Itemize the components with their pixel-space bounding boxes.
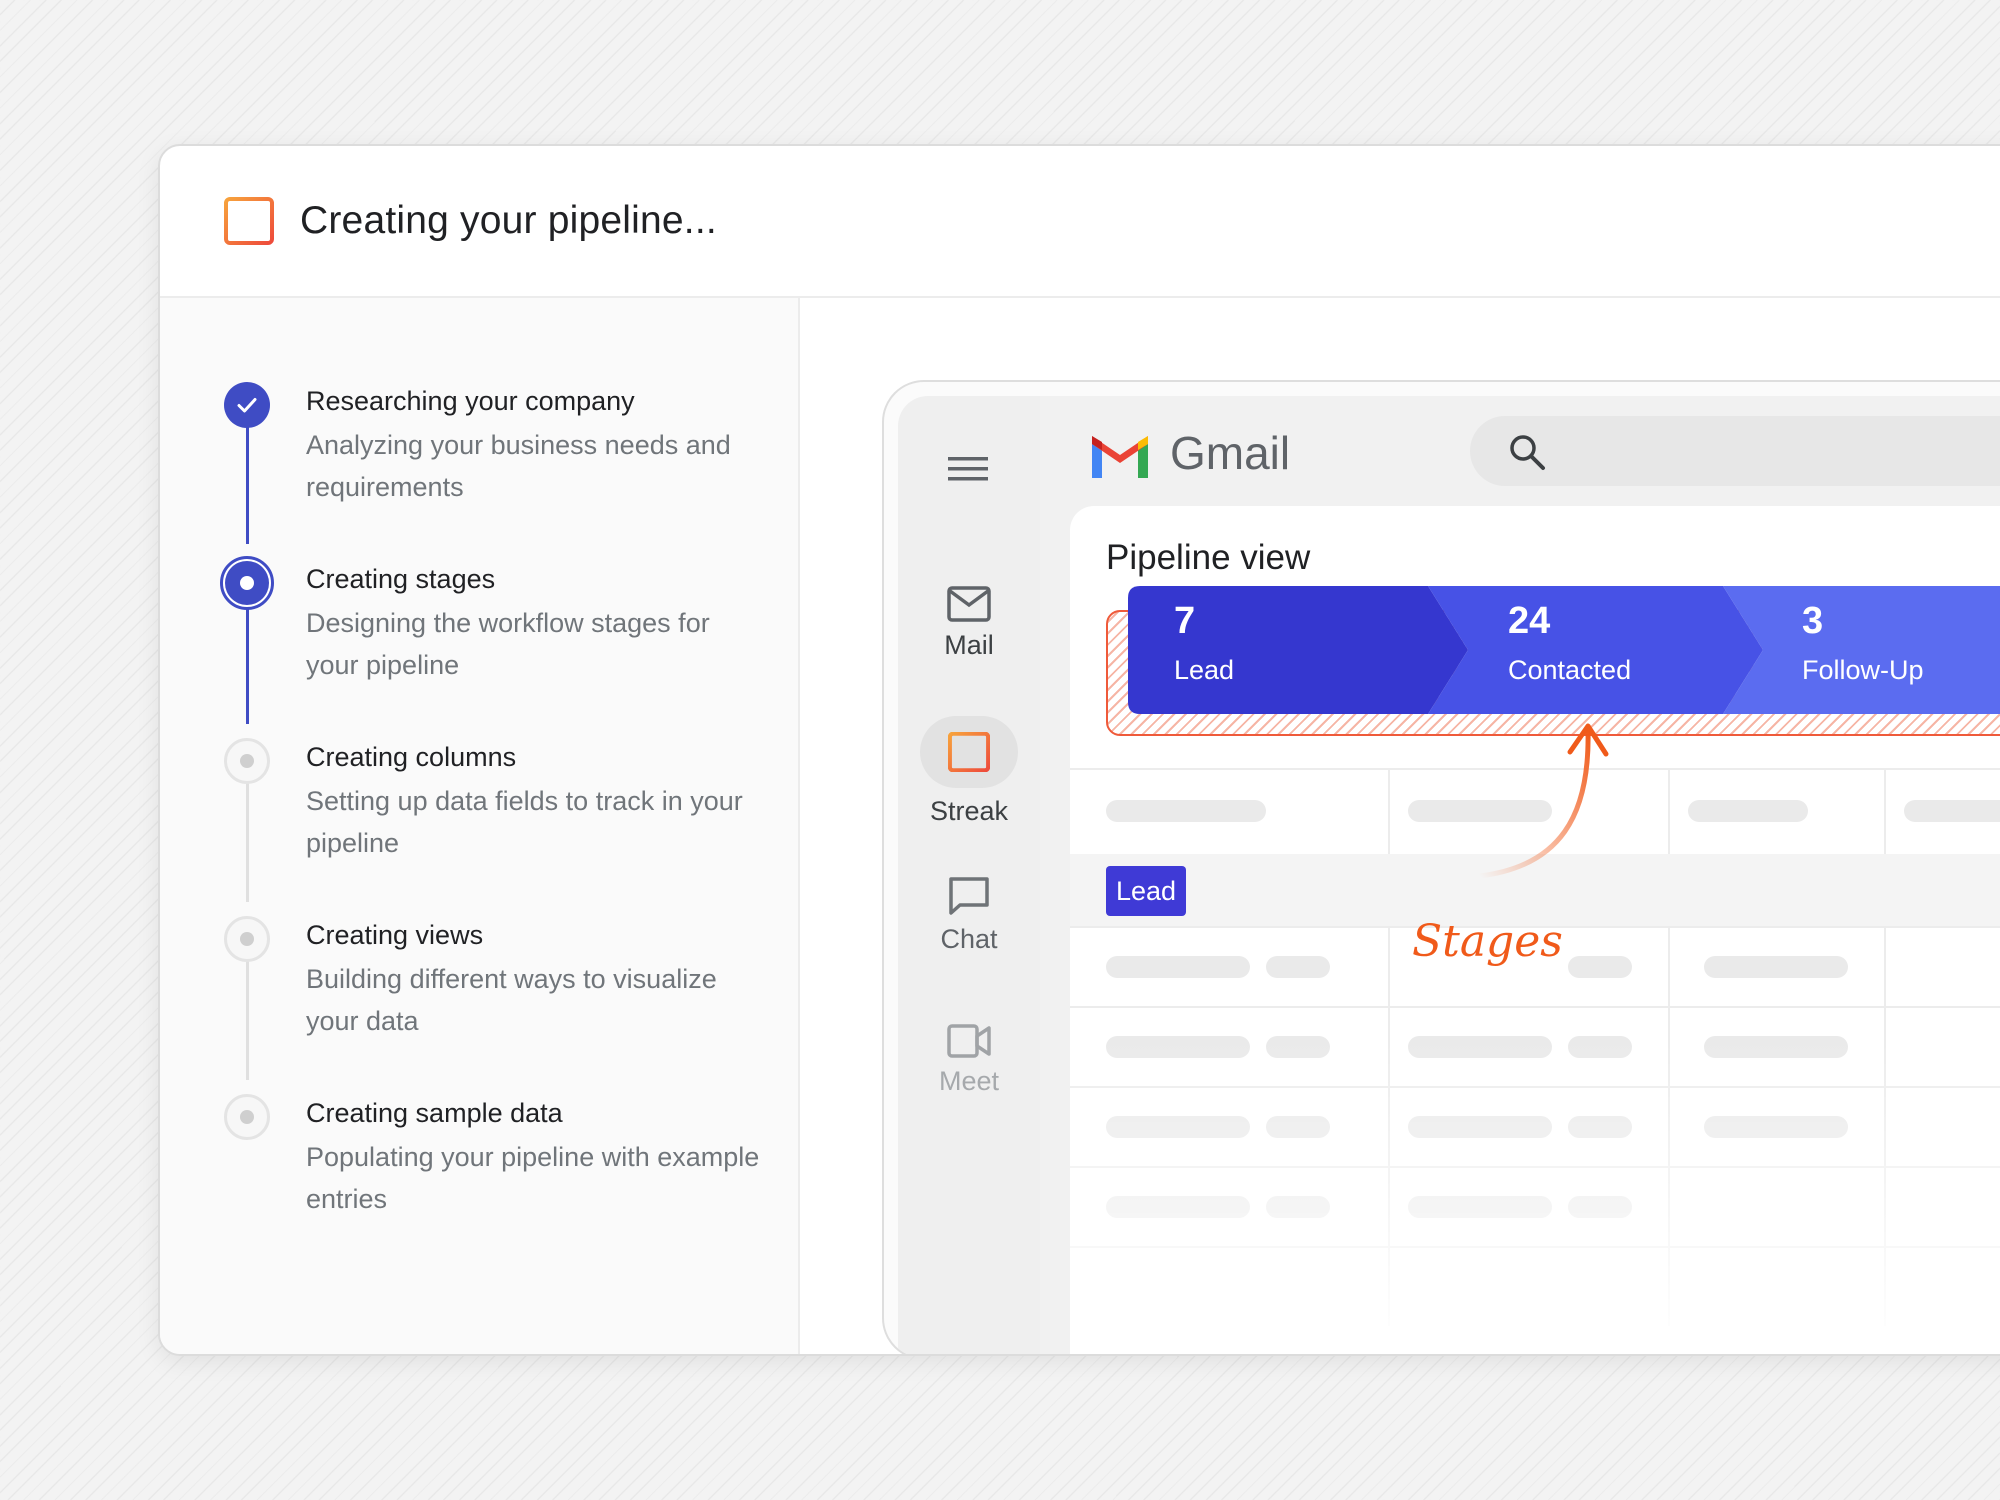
stage-count: 3 (1802, 600, 1824, 642)
skeleton-placeholder (1106, 800, 1266, 822)
skeleton-placeholder (1688, 800, 1808, 822)
gmail-preview: Mail Streak Chat Meet Gmail Pipeline vie… (882, 380, 2000, 1354)
table-divider (1668, 768, 1670, 854)
step-description: Designing the workflow stages for your p… (306, 608, 710, 680)
step-description: Populating your pipeline with example en… (306, 1142, 760, 1214)
step-description: Building different ways to visualize you… (306, 964, 717, 1036)
pipeline-content: Pipeline view 7 Lead 24 Contacted 3 Foll… (1070, 506, 2000, 1354)
step-creating-stages: Creating stages Designing the workflow s… (160, 556, 800, 738)
check-icon (237, 398, 257, 413)
bottom-fade (1070, 1038, 2000, 1354)
stage-count: 7 (1174, 600, 1196, 642)
stage-label: Follow-Up (1802, 655, 1924, 685)
stage-label: Contacted (1508, 655, 1632, 685)
rail-label: Chat (940, 924, 998, 954)
step-researching: Researching your company Analyzing your … (160, 380, 800, 560)
pipeline-view-title: Pipeline view (1106, 538, 1311, 577)
skeleton-placeholder (1266, 956, 1330, 978)
gmail-logo-icon (1092, 436, 1148, 478)
step-title: Creating sample data (306, 1098, 563, 1128)
step-title: Researching your company (306, 386, 635, 416)
rail-label: Mail (944, 630, 994, 660)
stage-count: 24 (1508, 600, 1551, 642)
step-title: Creating stages (306, 564, 496, 594)
step-creating-columns: Creating columns Setting up data fields … (160, 736, 800, 916)
step-status-marker (222, 380, 272, 430)
stage-follow-up: 3 Follow-Up (1802, 600, 1924, 686)
skeleton-placeholder (1704, 956, 1848, 978)
gmail-brand: Gmail (1170, 427, 1291, 479)
step-status-marker (220, 556, 274, 610)
step-title: Creating views (306, 920, 484, 950)
streak-icon (948, 732, 990, 772)
streak-logo-icon (224, 197, 274, 245)
mail-icon (947, 586, 991, 622)
table-divider (1388, 768, 1390, 854)
hamburger-menu-icon[interactable] (948, 454, 988, 484)
rail-item-mail[interactable]: Mail (898, 586, 1040, 661)
step-title: Creating columns (306, 742, 517, 772)
skeleton-placeholder (1904, 800, 2000, 822)
preview-panel: Mail Streak Chat Meet Gmail Pipeline vie… (802, 298, 2000, 1354)
streak-active-pill (920, 716, 1018, 788)
stages-annotation: Stages (1412, 916, 1563, 967)
stage-contacted: 24 Contacted (1508, 600, 1631, 686)
annotation-arrow-icon (1477, 723, 1609, 879)
rail-item-meet[interactable]: Meet (898, 1024, 1040, 1097)
step-creating-views: Creating views Building different ways t… (160, 914, 800, 1094)
step-description: Setting up data fields to track in your … (306, 786, 743, 858)
table-divider (1070, 1006, 2000, 1008)
rail-label: Streak (929, 796, 1009, 826)
dialog-header: Creating your pipeline... (160, 146, 2000, 298)
step-creating-sample-data: Creating sample data Populating your pip… (160, 1092, 800, 1272)
chat-icon (949, 877, 989, 915)
skeleton-placeholder (1568, 956, 1632, 978)
gmail-search-bar[interactable] (1470, 416, 2000, 486)
gmail-side-rail: Mail Streak Chat Meet (898, 396, 1040, 1354)
group-badge: Lead (1106, 866, 1187, 916)
stage-label: Lead (1174, 655, 1235, 685)
dialog-title: Creating your pipeline... (300, 199, 717, 242)
skeleton-placeholder (1106, 956, 1250, 978)
search-icon (1510, 435, 1545, 470)
progress-steps-panel: Researching your company Analyzing your … (160, 298, 800, 1354)
rail-item-chat[interactable]: Chat (898, 876, 1040, 955)
table-divider (1884, 768, 1886, 854)
rail-item-streak[interactable]: Streak (898, 716, 1040, 827)
rail-label: Meet (938, 1066, 1000, 1096)
meet-icon (947, 1024, 991, 1058)
step-status-marker (222, 914, 272, 964)
step-description: Analyzing your business needs and requir… (306, 430, 731, 502)
pipeline-dialog: Creating your pipeline... Researching yo… (158, 144, 2000, 1356)
gmail-main: Gmail Pipeline view 7 Lead 24 Contacted … (1040, 396, 2000, 1354)
step-status-marker (222, 1092, 272, 1142)
step-status-marker (222, 736, 272, 786)
stage-lead: 7 Lead (1174, 600, 1234, 686)
